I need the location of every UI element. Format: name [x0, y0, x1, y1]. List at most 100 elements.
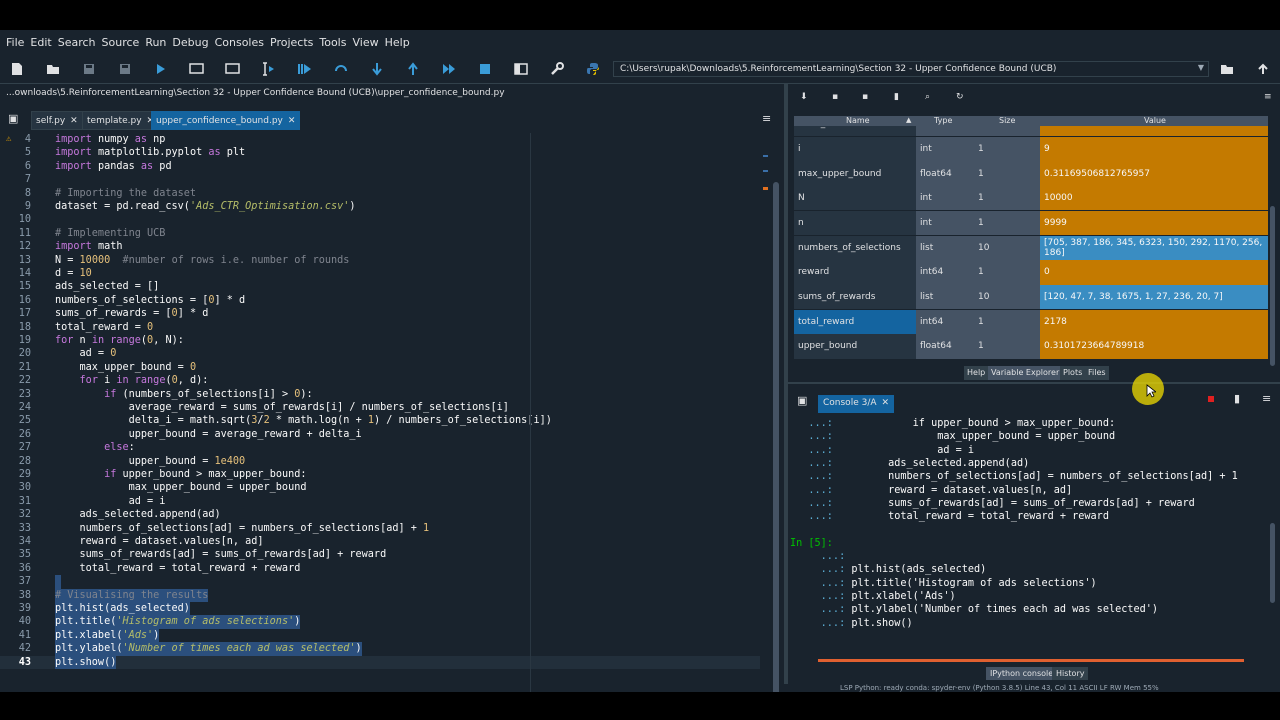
code-line[interactable]: 16 numbers_of_selections = [0] * d: [0, 294, 770, 307]
close-icon[interactable]: ✕: [288, 116, 296, 126]
code-line[interactable]: 4 import numpy as np ⚠: [0, 133, 770, 146]
code-line[interactable]: 36 total_reward = total_reward + reward: [0, 562, 770, 575]
menu-debug[interactable]: Debug: [169, 36, 211, 49]
code-line[interactable]: 42 plt.ylabel('Number of times each ad wa…: [0, 642, 770, 656]
code-line[interactable]: 7: [0, 173, 770, 186]
preferences-wrench-icon[interactable]: [548, 60, 566, 78]
tab-self-py[interactable]: self.py ✕: [31, 111, 83, 130]
menu-help[interactable]: Help: [382, 36, 413, 49]
menu-projects[interactable]: Projects: [267, 36, 316, 49]
menu-run[interactable]: Run: [142, 36, 169, 49]
code-line[interactable]: 40 plt.title('Histogram of ads selections…: [0, 615, 770, 629]
browse-tabs-icon[interactable]: ▣: [8, 112, 18, 125]
code-line[interactable]: 28 upper_bound = 1e400: [0, 455, 770, 468]
code-line[interactable]: 12 import math: [0, 240, 770, 253]
tab-variable-explorer[interactable]: Variable Explorer: [988, 366, 1063, 380]
stop-icon[interactable]: [476, 60, 494, 78]
close-icon[interactable]: ✕: [70, 116, 78, 126]
parent-directory-arrow-icon[interactable]: [1254, 60, 1272, 78]
import-data-icon[interactable]: ⬇: [800, 92, 808, 102]
code-line[interactable]: 33 numbers_of_selections[ad] = numbers_o…: [0, 522, 770, 535]
code-line[interactable]: 34 reward = dataset.values[n, ad]: [0, 535, 770, 548]
remove-icon[interactable]: ▮: [1234, 392, 1240, 405]
code-line[interactable]: 11 # Implementing UCB: [0, 227, 770, 240]
table-row[interactable]: total_reward int64 1 2178: [794, 309, 1268, 335]
open-folder-icon[interactable]: [44, 60, 62, 78]
code-line[interactable]: 24 average_reward = sums_of_rewards[i] /…: [0, 401, 770, 414]
save-data-as-icon[interactable]: ▪: [862, 92, 868, 102]
pane-splitter[interactable]: [784, 84, 788, 684]
options-menu-icon[interactable]: ≡: [1262, 392, 1271, 405]
code-line[interactable]: 27 else:: [0, 441, 770, 454]
code-line[interactable]: 32 ads_selected.append(ad): [0, 508, 770, 521]
code-line[interactable]: 41 plt.xlabel('Ads'): [0, 628, 770, 643]
table-row[interactable]: numbers_of_selections list 10 [705, 387, 18…: [794, 235, 1268, 261]
options-menu-icon[interactable]: ≡: [762, 112, 771, 125]
new-file-icon[interactable]: [8, 60, 26, 78]
table-row[interactable]: max_upper_bound float64 1 0.311695068127659…: [794, 161, 1268, 186]
code-line[interactable]: 39 plt.hist(ads_selected): [0, 602, 770, 616]
tab-ipython-console[interactable]: IPython console: [986, 667, 1058, 680]
variable-table-scrollbar[interactable]: [1270, 206, 1275, 366]
code-line[interactable]: 35 sums_of_rewards[ad] = sums_of_rewards…: [0, 548, 770, 561]
browse-folder-icon[interactable]: [1218, 60, 1236, 78]
step-icon[interactable]: [332, 60, 350, 78]
editor-scrollbar[interactable]: [773, 182, 779, 692]
column-header-value[interactable]: Value: [1144, 116, 1166, 125]
browse-consoles-icon[interactable]: ▣: [797, 394, 807, 407]
run-icon[interactable]: [152, 60, 170, 78]
warning-icon[interactable]: ⚠: [6, 133, 11, 146]
code-line[interactable]: 20 ad = 0: [0, 347, 770, 360]
tab-console[interactable]: Console 3/A ✕: [818, 395, 895, 413]
table-row[interactable]: Nint 1 10000: [794, 186, 1268, 211]
debug-icon[interactable]: [296, 60, 314, 78]
run-cell-icon[interactable]: [188, 60, 206, 78]
python-path-icon[interactable]: [584, 60, 602, 78]
save-all-icon[interactable]: [116, 60, 134, 78]
search-icon[interactable]: ⌕: [925, 92, 930, 102]
code-line[interactable]: 13 N = 10000 #number of rows i.e. number …: [0, 254, 770, 267]
tab-upper-confidence-bound-py[interactable]: upper_confidence_bound.py ✕: [151, 111, 301, 130]
tab-files[interactable]: Files: [1085, 366, 1109, 380]
console-hscrollbar[interactable]: [818, 659, 1244, 662]
menu-consoles[interactable]: Consoles: [212, 36, 267, 49]
tab-history[interactable]: History: [1052, 667, 1089, 680]
code-line[interactable]: 9 dataset = pd.read_csv('Ads_CTR_Optimisa…: [0, 200, 770, 213]
menu-search[interactable]: Search: [55, 36, 99, 49]
interrupt-kernel-icon[interactable]: [1208, 396, 1214, 402]
column-header-type[interactable]: Type: [934, 116, 952, 125]
continue-icon[interactable]: [440, 60, 458, 78]
table-row[interactable]: sums_of_rewards list 10 [120, 47, 7, 38, 16…: [794, 284, 1268, 310]
menu-edit[interactable]: Edit: [27, 36, 54, 49]
working-directory-combobox[interactable]: C:\Users\rupak\Downloads\5.Reinforcement…: [613, 61, 1209, 77]
maximize-pane-icon[interactable]: [512, 60, 530, 78]
refresh-icon[interactable]: ↻: [956, 92, 964, 102]
code-editor[interactable]: 4 import numpy as np ⚠ 5 import matplotlib.p…: [0, 133, 770, 673]
run-cell-advance-icon[interactable]: [224, 60, 242, 78]
code-line[interactable]: 23 if (numbers_of_selections[i] > 0):: [0, 388, 770, 401]
menu-source[interactable]: Source: [99, 36, 143, 49]
tab-plots[interactable]: Plots: [1060, 366, 1086, 380]
ipython-console-output[interactable]: ...: if upper_bound > max_upper_bound: .…: [790, 417, 1268, 667]
options-menu-icon[interactable]: ≡: [1264, 92, 1272, 102]
step-into-icon[interactable]: [368, 60, 386, 78]
column-header-size[interactable]: Size: [999, 116, 1015, 125]
code-line[interactable]: 38 # Visualising the results: [0, 588, 770, 602]
save-data-icon[interactable]: ▪: [832, 92, 838, 102]
pane-splitter[interactable]: [784, 382, 1280, 384]
menu-view[interactable]: View: [349, 36, 381, 49]
code-line[interactable]: 25 delta_i = math.sqrt(3/2 * math.log(n …: [0, 414, 770, 427]
code-line[interactable]: 31 ad = i: [0, 495, 770, 508]
code-line[interactable]: 5 import matplotlib.pyplot as plt: [0, 146, 770, 159]
code-line[interactable]: 37: [0, 575, 770, 589]
step-return-icon[interactable]: [404, 60, 422, 78]
save-icon[interactable]: [80, 60, 98, 78]
close-icon[interactable]: ✕: [882, 398, 890, 408]
code-line[interactable]: 18 total_reward = 0: [0, 321, 770, 334]
column-header-name[interactable]: Name: [846, 116, 870, 125]
menu-file[interactable]: File: [3, 36, 27, 49]
code-line[interactable]: 15 ads_selected = []: [0, 280, 770, 293]
tab-template-py[interactable]: template.py✕: [82, 111, 160, 130]
console-scrollbar[interactable]: [1270, 523, 1275, 603]
code-line[interactable]: 8 # Importing the dataset: [0, 187, 770, 200]
